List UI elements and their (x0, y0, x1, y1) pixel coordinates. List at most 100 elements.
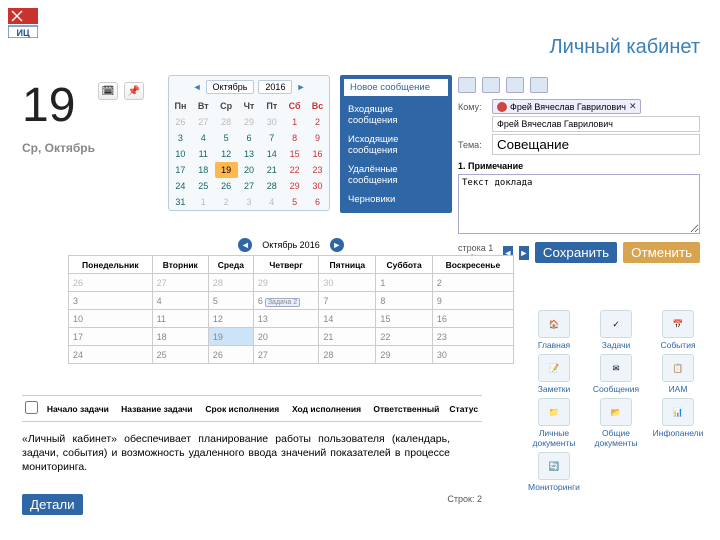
mini-cal-day[interactable]: 2 (215, 194, 238, 210)
week-cal-day[interactable]: 22 (376, 328, 432, 346)
task-col-header[interactable]: Ответственный (367, 396, 445, 422)
user-icon[interactable] (458, 77, 476, 93)
mini-cal-day[interactable]: 26 (169, 114, 192, 130)
mini-cal-day[interactable]: 31 (169, 194, 192, 210)
week-cal-day[interactable]: 27 (253, 346, 319, 364)
mini-cal-day[interactable]: 5 (283, 194, 306, 210)
mini-cal-day[interactable]: 7 (260, 130, 283, 146)
week-cal-day[interactable]: 9 (432, 292, 513, 310)
nav-tile[interactable]: 📂Общие документы (586, 398, 646, 448)
calendar-icon[interactable]: 🗓 (98, 82, 118, 100)
mini-cal-day[interactable]: 30 (260, 114, 283, 130)
week-next[interactable]: ► (330, 238, 344, 252)
week-cal-day[interactable]: 28 (208, 274, 253, 292)
mini-cal-day[interactable]: 12 (215, 146, 238, 162)
task-col-header[interactable]: Название задачи (115, 396, 199, 422)
mini-cal-day[interactable]: 6 (306, 194, 329, 210)
week-cal-day[interactable]: 30 (432, 346, 513, 364)
mini-cal-day[interactable]: 10 (169, 146, 192, 162)
mini-cal-day[interactable]: 14 (260, 146, 283, 162)
week-cal-day[interactable]: 2 (432, 274, 513, 292)
week-cal-day[interactable]: 24 (69, 346, 153, 364)
mini-cal-month[interactable]: Октябрь (206, 80, 255, 94)
week-cal-day[interactable]: 29 (376, 346, 432, 364)
calendar-event[interactable]: Задача 2 (265, 298, 300, 307)
mini-cal-day[interactable]: 13 (238, 146, 261, 162)
note-textarea[interactable]: Текст доклада (458, 174, 700, 234)
mini-cal-day[interactable]: 22 (283, 162, 306, 178)
week-cal-day[interactable]: 30 (319, 274, 376, 292)
nav-tile[interactable]: 🔄Мониторинги (524, 452, 584, 492)
week-cal-day[interactable]: 11 (152, 310, 208, 328)
recipient-dropdown[interactable]: Фрей Вячеслав Гаврилович (492, 116, 700, 132)
message-nav-item[interactable]: Входящие сообщения (344, 100, 448, 130)
subject-input[interactable] (492, 134, 700, 155)
task-col-header[interactable]: Ход исполнения (286, 396, 368, 422)
mini-cal-year[interactable]: 2016 (258, 80, 292, 94)
nav-tile[interactable]: 📋ИАМ (648, 354, 708, 394)
mini-cal-day[interactable]: 21 (260, 162, 283, 178)
mini-cal-day[interactable]: 3 (238, 194, 261, 210)
mini-cal-day[interactable]: 28 (215, 114, 238, 130)
save-icon[interactable] (506, 77, 524, 93)
select-all-checkbox[interactable] (25, 401, 38, 414)
mini-cal-day[interactable]: 9 (306, 130, 329, 146)
mini-cal-day[interactable]: 30 (306, 178, 329, 194)
task-col-header[interactable] (22, 396, 41, 422)
mini-cal-day[interactable]: 3 (169, 130, 192, 146)
week-cal-day[interactable]: 18 (152, 328, 208, 346)
week-cal-day[interactable]: 4 (152, 292, 208, 310)
delete-icon[interactable] (530, 77, 548, 93)
message-nav-item[interactable]: Удалённые сообщения (344, 160, 448, 190)
week-cal-day[interactable]: 19 (208, 328, 253, 346)
week-cal-day[interactable]: 26 (208, 346, 253, 364)
week-cal-day[interactable]: 8 (376, 292, 432, 310)
mini-cal-day[interactable]: 19 (215, 162, 238, 178)
mini-cal-day[interactable]: 8 (283, 130, 306, 146)
week-cal-day[interactable]: 12 (208, 310, 253, 328)
nav-tile[interactable]: ✉Сообщения (586, 354, 646, 394)
mini-cal-prev[interactable]: ◄ (193, 82, 202, 92)
attach-icon[interactable] (482, 77, 500, 93)
remove-recipient-icon[interactable]: ✕ (629, 101, 637, 112)
week-cal-day[interactable]: 16 (432, 310, 513, 328)
week-cal-day[interactable]: 3 (69, 292, 153, 310)
mini-cal-day[interactable]: 4 (192, 130, 215, 146)
mini-cal-day[interactable]: 29 (238, 114, 261, 130)
mini-cal-day[interactable]: 15 (283, 146, 306, 162)
week-cal-day[interactable]: 6Задача 2 (253, 292, 319, 310)
task-col-header[interactable]: Срок исполнения (199, 396, 286, 422)
mini-cal-day[interactable]: 1 (192, 194, 215, 210)
nav-tile[interactable]: 🏠Главная (524, 310, 584, 350)
nav-tile[interactable]: 📅События (648, 310, 708, 350)
mini-cal-day[interactable]: 23 (306, 162, 329, 178)
mini-cal-day[interactable]: 24 (169, 178, 192, 194)
week-cal-day[interactable]: 28 (319, 346, 376, 364)
week-cal-day[interactable]: 15 (376, 310, 432, 328)
mini-cal-day[interactable]: 11 (192, 146, 215, 162)
mini-cal-day[interactable]: 17 (169, 162, 192, 178)
mini-cal-day[interactable]: 6 (238, 130, 261, 146)
recipient-chip[interactable]: Фрей Вячеслав Гаврилович ✕ (492, 99, 641, 114)
week-cal-day[interactable]: 21 (319, 328, 376, 346)
mini-cal-day[interactable]: 28 (260, 178, 283, 194)
pin-icon[interactable]: 📌 (124, 82, 144, 100)
nav-tile[interactable]: 📊Инфопанели (648, 398, 708, 448)
nav-tile[interactable]: 📝Заметки (524, 354, 584, 394)
nav-tile[interactable]: ✓Задачи (586, 310, 646, 350)
mini-cal-day[interactable]: 25 (192, 178, 215, 194)
week-cal-day[interactable]: 1 (376, 274, 432, 292)
week-cal-day[interactable]: 5 (208, 292, 253, 310)
mini-cal-day[interactable]: 29 (283, 178, 306, 194)
mini-cal-day[interactable]: 18 (192, 162, 215, 178)
mini-cal-next[interactable]: ► (296, 82, 305, 92)
week-cal-day[interactable]: 25 (152, 346, 208, 364)
mini-cal-day[interactable]: 20 (238, 162, 261, 178)
week-cal-day[interactable]: 27 (152, 274, 208, 292)
save-button[interactable]: Сохранить (535, 242, 617, 263)
pager-next[interactable]: ► (519, 246, 529, 260)
task-col-header[interactable]: Статус (445, 396, 482, 422)
message-nav-item[interactable]: Черновики (344, 190, 448, 209)
mini-cal-day[interactable]: 27 (238, 178, 261, 194)
cancel-button[interactable]: Отменить (623, 242, 700, 263)
